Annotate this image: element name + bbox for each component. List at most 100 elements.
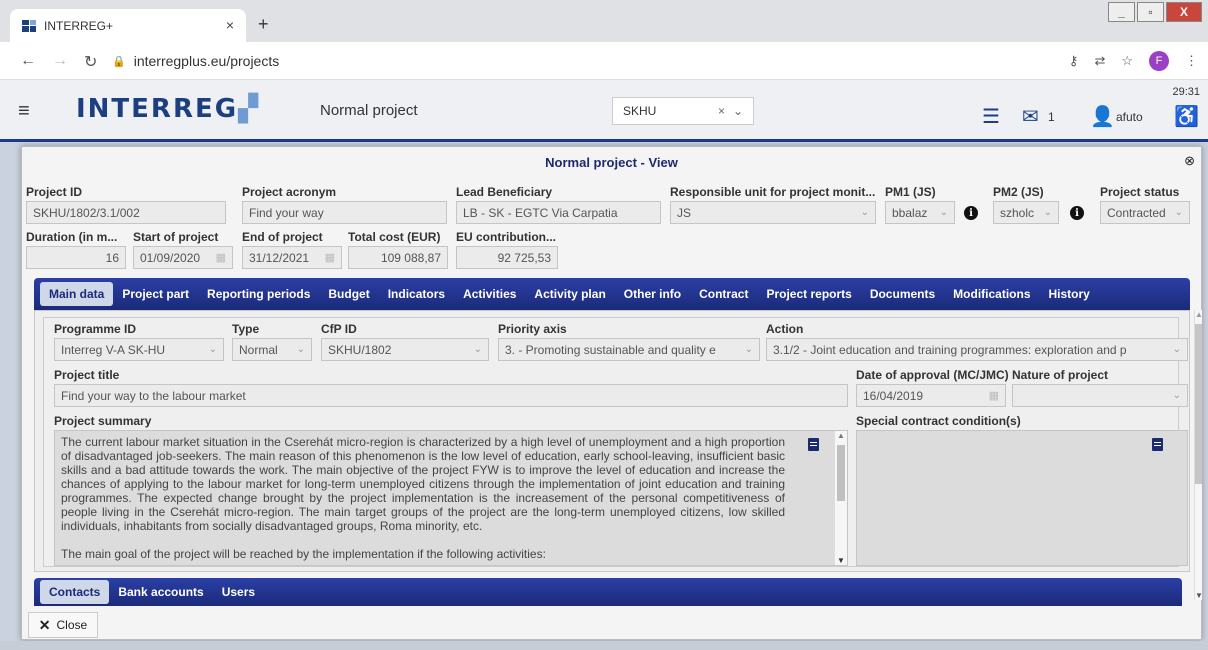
list-menu-icon[interactable]: ☰: [982, 104, 1000, 129]
pm1-select[interactable]: bbalaz ⌄: [885, 201, 955, 224]
messages-count: 1: [1048, 110, 1055, 124]
priority-axis-select[interactable]: 3. - Promoting sustainable and quality e…: [498, 338, 760, 361]
modal-scrollbar-thumb[interactable]: [1195, 324, 1202, 484]
summary-scrollbar-thumb[interactable]: [837, 445, 845, 501]
pm1-label: PM1 (JS): [885, 185, 936, 199]
approval-date-label: Date of approval (MC/JMC): [856, 368, 1009, 382]
tab-project-reports[interactable]: Project reports: [757, 282, 860, 306]
minimize-button[interactable]: _: [1108, 2, 1135, 22]
action-select[interactable]: 3.1/2 - Joint education and training pro…: [766, 338, 1188, 361]
reload-icon[interactable]: ↻: [84, 52, 97, 72]
summary-paragraph-2: The main goal of the project will be rea…: [61, 547, 546, 561]
acronym-label: Project acronym: [242, 185, 337, 199]
interreg-logo[interactable]: INTERREG▞: [76, 94, 260, 124]
pm2-label: PM2 (JS): [993, 185, 1044, 199]
username[interactable]: afuto: [1116, 110, 1143, 124]
eu-contribution-field: 92 725,53: [456, 246, 558, 269]
url-text: interregplus.eu/projects: [133, 53, 280, 69]
tab-history[interactable]: History: [1040, 282, 1099, 306]
programme-id-label: Programme ID: [54, 322, 137, 336]
back-icon[interactable]: ←: [20, 52, 36, 70]
browser-tabstrip: INTERREG+ × + _ ▫ X: [0, 0, 1208, 42]
summary-textarea[interactable]: The current labour market situation in t…: [54, 430, 848, 566]
eu-contribution-label: EU contribution...: [456, 230, 556, 244]
modal-close-icon[interactable]: ⊗: [1184, 153, 1195, 169]
clear-icon[interactable]: ×: [718, 104, 725, 118]
responsible-unit-value: JS: [677, 205, 692, 220]
tab-contacts[interactable]: Contacts: [40, 580, 110, 604]
chevron-down-icon: ⌄: [296, 344, 305, 355]
close-x-icon: ✕: [38, 616, 51, 633]
maximize-button[interactable]: ▫: [1137, 2, 1164, 22]
profile-avatar[interactable]: F: [1149, 51, 1169, 71]
hamburger-menu-icon[interactable]: ≡: [18, 100, 30, 123]
browser-menu-icon[interactable]: ⋮: [1185, 53, 1198, 69]
tab-contract[interactable]: Contract: [690, 282, 757, 306]
tab-activities[interactable]: Activities: [454, 282, 525, 306]
tab-users[interactable]: Users: [213, 580, 264, 604]
tab-other-info[interactable]: Other info: [615, 282, 690, 306]
cfp-id-value: SKHU/1802: [328, 342, 392, 357]
tab-reporting-periods[interactable]: Reporting periods: [198, 282, 319, 306]
status-value: Contracted: [1107, 205, 1166, 220]
translate-icon[interactable]: ⇄: [1094, 53, 1105, 69]
tab-project-part[interactable]: Project part: [113, 282, 198, 306]
summary-scrollbar[interactable]: ▲ ▼: [834, 431, 847, 565]
browser-tab[interactable]: INTERREG+ ×: [10, 9, 246, 42]
pm1-info-icon[interactable]: i: [964, 206, 978, 220]
tab-budget[interactable]: Budget: [319, 282, 378, 306]
lead-label: Lead Beneficiary: [456, 185, 553, 199]
main-data-panel: Programme ID Interreg V-A SK-HU ⌄ Type No…: [34, 310, 1190, 572]
main-tab-bar: Main data Project part Reporting periods…: [34, 278, 1190, 310]
priority-axis-label: Priority axis: [498, 322, 567, 336]
chevron-down-icon[interactable]: ⌄: [733, 104, 743, 118]
tab-activity-plan[interactable]: Activity plan: [525, 282, 614, 306]
close-button[interactable]: ✕ Close: [28, 612, 98, 638]
browser-toolbar: ← → ↻ 🔒 interregplus.eu/projects ⚷ ⇄ ☆ F…: [0, 42, 1208, 80]
tab-main-data[interactable]: Main data: [40, 282, 114, 306]
new-tab-button[interactable]: +: [258, 14, 269, 35]
browser-actions: ⚷ ⇄ ☆ F ⋮: [1069, 51, 1198, 71]
project-view-modal: Normal project - View ⊗ Project ID SKHU/…: [21, 146, 1203, 640]
tab-close-icon[interactable]: ×: [226, 17, 234, 33]
special-conditions-textarea[interactable]: [856, 430, 1188, 566]
tab-bank-accounts[interactable]: Bank accounts: [109, 580, 212, 604]
pm2-select[interactable]: szholc ⌄: [993, 201, 1059, 224]
accessibility-icon[interactable]: ♿: [1174, 104, 1199, 129]
forward-icon[interactable]: →: [52, 52, 68, 70]
mail-icon[interactable]: ✉: [1022, 104, 1039, 129]
window-close-button[interactable]: X: [1166, 2, 1202, 22]
status-select[interactable]: Contracted ⌄: [1100, 201, 1190, 224]
chevron-down-icon: ⌄: [939, 207, 948, 218]
chevron-down-icon: ⌄: [1043, 207, 1052, 218]
programme-select[interactable]: SKHU × ⌄: [612, 97, 754, 125]
project-title-field: Find your way to the labour market: [54, 384, 848, 407]
programme-id-select[interactable]: Interreg V-A SK-HU ⌄: [54, 338, 224, 361]
interreg-favicon-icon: [22, 19, 36, 32]
chevron-down-icon: ⌄: [744, 344, 753, 355]
cfp-id-select[interactable]: SKHU/1802 ⌄: [321, 338, 489, 361]
app-header: ≡ INTERREG▞ Normal project SKHU × ⌄ 29:3…: [0, 80, 1208, 142]
nature-select[interactable]: ⌄: [1012, 384, 1188, 407]
action-label: Action: [766, 322, 804, 336]
tab-indicators[interactable]: Indicators: [379, 282, 454, 306]
close-button-label: Close: [56, 618, 88, 632]
tab-documents[interactable]: Documents: [861, 282, 944, 306]
key-icon[interactable]: ⚷: [1069, 53, 1079, 69]
nature-label: Nature of project: [1012, 368, 1109, 382]
type-select[interactable]: Normal ⌄: [232, 338, 312, 361]
tab-modifications[interactable]: Modifications: [944, 282, 1039, 306]
document-icon[interactable]: [808, 438, 819, 451]
address-bar[interactable]: 🔒 interregplus.eu/projects: [112, 48, 1032, 74]
document-icon[interactable]: [1152, 438, 1163, 451]
pm2-info-icon[interactable]: i: [1070, 206, 1084, 220]
status-label: Project status: [1100, 185, 1180, 199]
page-horizontal-scrollbar[interactable]: [0, 641, 1208, 650]
header-actions: 29:31 ☰ ✉ 1 👤 afuto ♿: [980, 86, 1200, 138]
user-icon[interactable]: 👤: [1090, 104, 1115, 129]
session-timer: 29:31: [1172, 86, 1200, 98]
responsible-unit-select[interactable]: JS ⌄: [670, 201, 876, 224]
action-value: 3.1/2 - Joint education and training pro…: [773, 342, 1127, 357]
modal-scrollbar[interactable]: ▲ ▼: [1194, 310, 1203, 600]
bookmark-star-icon[interactable]: ☆: [1121, 53, 1133, 69]
